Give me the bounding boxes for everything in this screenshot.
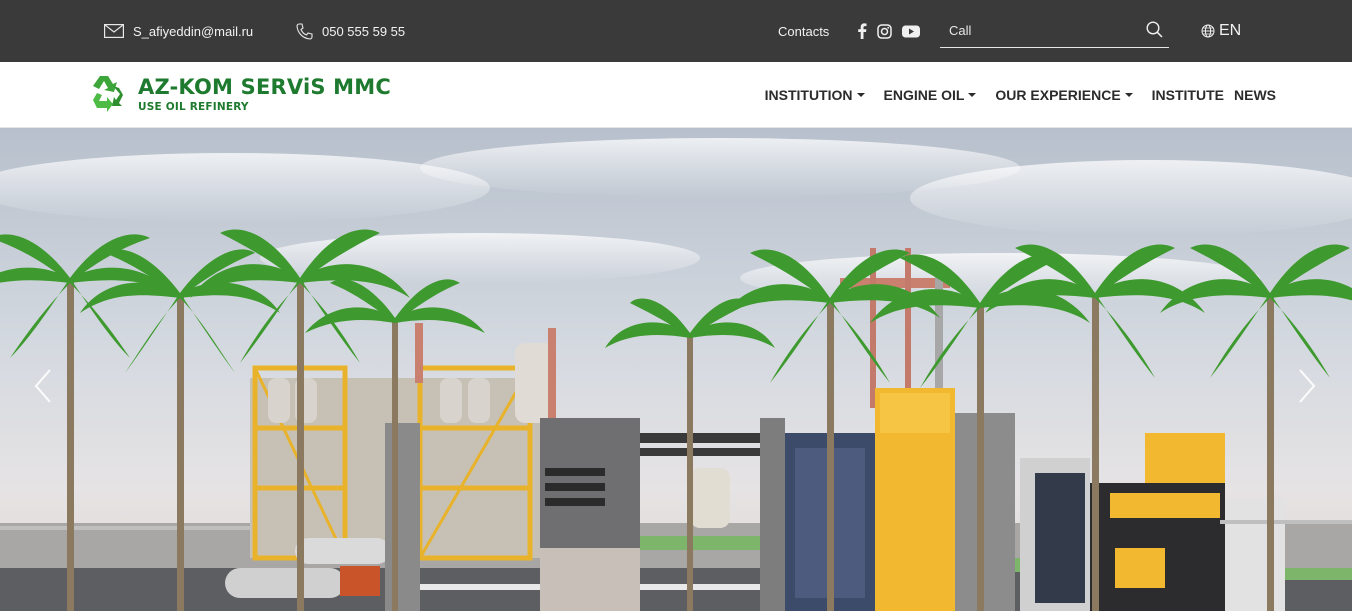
site-logo[interactable]: AZ-KOM SERViS MMC USE OIL REFINERY xyxy=(86,72,391,118)
main-header: AZ-KOM SERViS MMC USE OIL REFINERY INSTI… xyxy=(0,62,1352,128)
language-selector[interactable]: EN xyxy=(1201,0,1241,62)
logo-subtitle: USE OIL REFINERY xyxy=(138,101,249,114)
chevron-left-icon xyxy=(34,368,52,404)
nav-label: INSTITUTE xyxy=(1151,87,1224,103)
slider-prev-button[interactable] xyxy=(28,366,58,406)
caret-down-icon xyxy=(968,93,977,97)
nav-label: NEWS xyxy=(1234,87,1276,103)
nav-label: INSTITUTION xyxy=(764,87,853,103)
caret-down-icon xyxy=(856,93,865,97)
contacts-link[interactable]: Contacts xyxy=(778,0,829,62)
top-bar: S_afiyeddin@mail.ru 050 555 59 55 Contac… xyxy=(0,0,1352,62)
nav-news[interactable]: NEWS xyxy=(1234,87,1276,103)
slider-next-button[interactable] xyxy=(1292,366,1322,406)
search-icon[interactable] xyxy=(1146,21,1163,38)
recycle-icon xyxy=(86,72,130,119)
youtube-icon[interactable] xyxy=(902,25,920,38)
nav-our-experience[interactable]: OUR EXPERIENCE xyxy=(995,87,1133,103)
chevron-right-icon xyxy=(1298,368,1316,404)
facebook-icon[interactable] xyxy=(857,23,867,39)
hero-image-refinery xyxy=(0,128,1352,611)
phone-contact[interactable]: 050 555 59 55 xyxy=(296,0,405,62)
phone-text: 050 555 59 55 xyxy=(322,23,406,39)
email-text: S_afiyeddin@mail.ru xyxy=(133,23,254,39)
nav-label: OUR EXPERIENCE xyxy=(995,87,1121,103)
phone-icon xyxy=(296,22,313,40)
globe-icon xyxy=(1201,24,1215,38)
main-nav: INSTITUTION ENGINE OIL OUR EXPERIENCE IN… xyxy=(765,62,1276,128)
mail-icon xyxy=(104,24,124,38)
nav-engine-oil[interactable]: ENGINE OIL xyxy=(884,87,977,103)
nav-institution[interactable]: INSTITUTION xyxy=(765,87,865,103)
nav-label: ENGINE OIL xyxy=(883,87,965,103)
search-input[interactable] xyxy=(940,14,1135,46)
social-links xyxy=(857,0,920,62)
search-box xyxy=(940,14,1169,48)
hero-slider xyxy=(0,128,1352,611)
nav-institute[interactable]: INSTITUTE xyxy=(1152,87,1224,103)
instagram-icon[interactable] xyxy=(877,23,892,39)
caret-down-icon xyxy=(1124,93,1133,97)
language-label: EN xyxy=(1219,22,1242,39)
logo-title: AZ-KOM SERViS MMC xyxy=(138,75,391,100)
email-contact[interactable]: S_afiyeddin@mail.ru xyxy=(104,0,253,62)
